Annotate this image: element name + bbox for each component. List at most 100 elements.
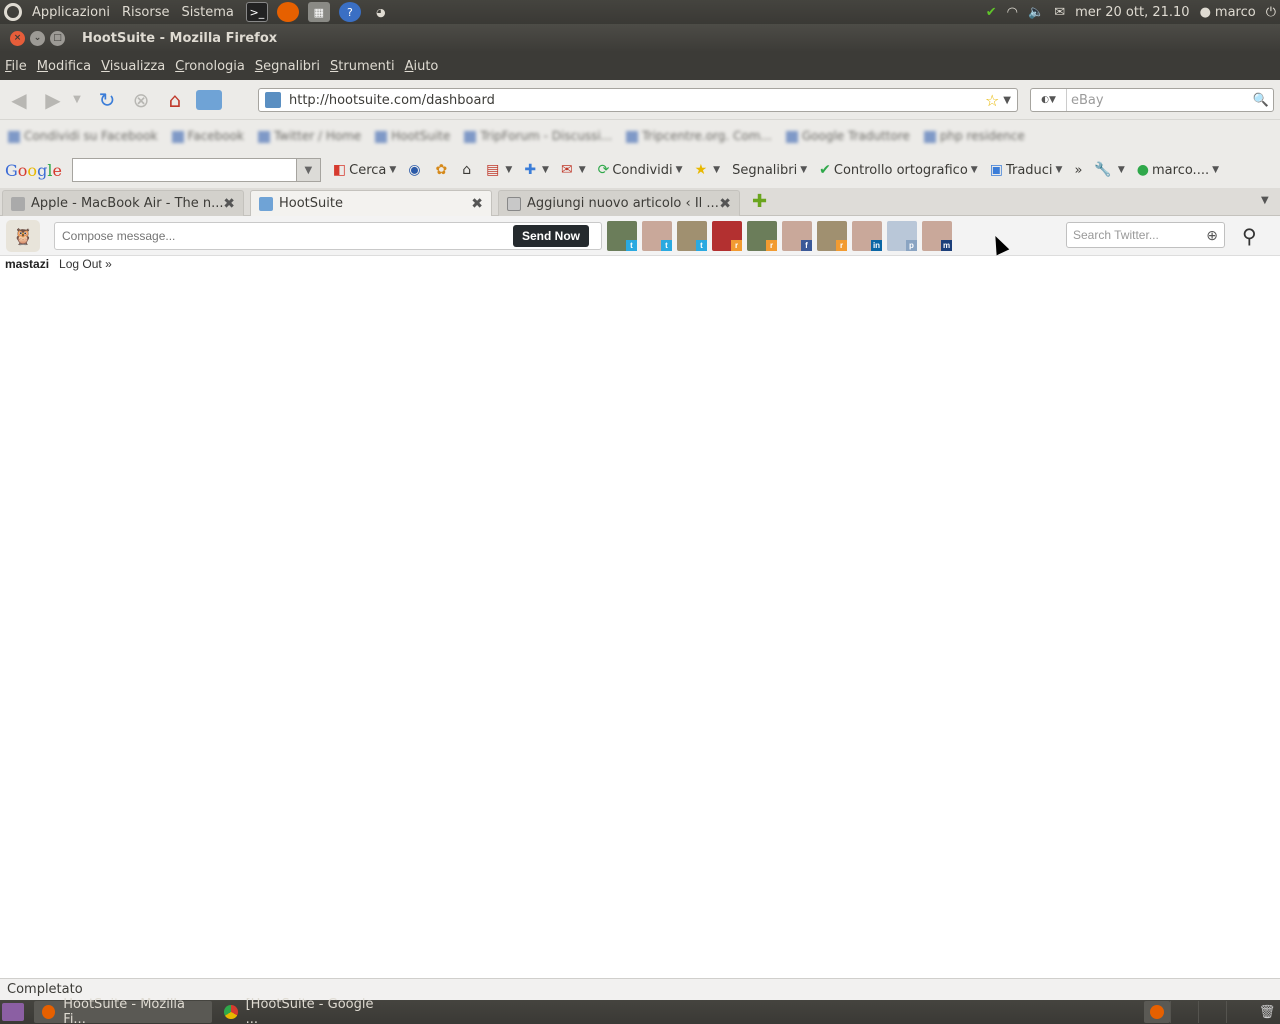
social-profile-avatar-facebook[interactable]: f: [782, 221, 812, 251]
social-profile-avatar-twitter[interactable]: t: [642, 221, 672, 251]
bookmark-item[interactable]: Google Traduttore: [785, 129, 910, 143]
google-spellcheck-button[interactable]: ✔ Controllo ortografico ▼: [819, 162, 978, 178]
google-condividi-button[interactable]: ⟳ Condividi ▼: [598, 162, 683, 178]
search-engine-placeholder[interactable]: eBay: [1071, 93, 1104, 108]
wifi-icon[interactable]: ◠: [1007, 5, 1018, 20]
new-tab-plus-icon[interactable]: ✚: [752, 191, 767, 212]
search-engine-selector-icon[interactable]: ◐▼: [1031, 89, 1067, 111]
google-toolbar-overflow[interactable]: »: [1074, 163, 1082, 178]
google-picasa-icon[interactable]: ✿: [436, 162, 451, 178]
google-star-icon[interactable]: ★ ▼: [695, 162, 720, 178]
social-profile-avatar-myspace[interactable]: m: [922, 221, 952, 251]
menu-aiuto[interactable]: Aiuto: [405, 59, 439, 74]
google-library-icon[interactable]: ⌂: [462, 162, 474, 178]
panel-clock[interactable]: mer 20 ott, 21.10: [1075, 5, 1189, 20]
google-traduci-button[interactable]: ▣ Traduci ▼: [990, 162, 1063, 178]
minimize-window-icon[interactable]: ⌄: [30, 30, 45, 46]
menu-cronologia[interactable]: Cronologia: [175, 59, 245, 74]
google-segnalibri-button[interactable]: Segnalibri ▼: [732, 163, 807, 178]
bookmark-item[interactable]: php residence: [923, 129, 1025, 143]
bookmark-item[interactable]: Condividi su Facebook: [8, 129, 158, 143]
power-icon[interactable]: ⏻: [1266, 5, 1276, 20]
search-go-icon[interactable]: 🔍: [1253, 93, 1269, 108]
menu-file[interactable]: File: [5, 59, 27, 74]
taskbar-chrome-window[interactable]: [HootSuite - Google ...: [216, 997, 394, 1024]
bookmark-item[interactable]: Twitter / Home: [257, 129, 361, 143]
menu-strumenti[interactable]: Strumenti: [330, 59, 395, 74]
logout-link[interactable]: Log Out »: [59, 257, 112, 271]
google-cerca-button[interactable]: ◧ Cerca ▼: [333, 162, 396, 178]
pidgin-icon[interactable]: ◕: [370, 2, 392, 22]
google-plus-icon[interactable]: ✚ ▼: [524, 162, 549, 178]
bookmark-item[interactable]: HootSuite: [375, 129, 450, 143]
menu-visualizza[interactable]: Visualizza: [101, 59, 165, 74]
close-tab-icon[interactable]: ✖: [223, 196, 235, 212]
google-settings-wrench-icon[interactable]: 🔧 ▼: [1094, 162, 1124, 178]
social-profile-avatar-linkedin[interactable]: in: [852, 221, 882, 251]
google-search-input[interactable]: [71, 158, 297, 182]
social-profile-avatar-twitter[interactable]: t: [607, 221, 637, 251]
trash-icon[interactable]: 🗑: [1254, 1001, 1280, 1023]
google-logo[interactable]: Google: [5, 161, 62, 180]
home-icon[interactable]: ⌂: [162, 87, 188, 113]
workspace-2[interactable]: [1170, 1001, 1198, 1023]
search-engine-box[interactable]: ◐▼ eBay 🔍: [1030, 88, 1274, 112]
workspace-firefox-icon[interactable]: [1144, 1001, 1170, 1023]
menu-segnalibri[interactable]: Segnalibri: [255, 59, 320, 74]
url-text[interactable]: http://hootsuite.com/dashboard: [289, 93, 495, 108]
back-arrow-icon[interactable]: ◀: [6, 87, 32, 113]
tab-apple-macbook[interactable]: Apple - MacBook Air - The n... ✖: [2, 190, 244, 216]
send-now-button[interactable]: Send Now: [512, 225, 589, 247]
panel-menu-sistema[interactable]: Sistema: [181, 5, 233, 20]
firefox-launcher-icon[interactable]: [276, 2, 299, 22]
menu-modifica[interactable]: Modifica: [37, 59, 91, 74]
compose-message-input[interactable]: [55, 223, 515, 249]
social-profile-avatar-twitter[interactable]: t: [677, 221, 707, 251]
update-check-icon[interactable]: ✔: [986, 5, 997, 20]
close-window-icon[interactable]: ×: [10, 30, 25, 46]
ubuntu-logo-icon[interactable]: [4, 3, 22, 21]
social-profile-avatar-rss[interactable]: r: [712, 221, 742, 251]
taskbar-firefox-window[interactable]: HootSuite - Mozilla Fi...: [34, 997, 212, 1024]
url-dropdown-icon[interactable]: ▼: [1003, 95, 1011, 106]
bookmark-star-icon[interactable]: ☆: [985, 91, 999, 110]
volume-icon[interactable]: 🔈: [1028, 5, 1044, 20]
site-identity-icon[interactable]: [265, 92, 281, 108]
tab-aggiungi-articolo[interactable]: Aggiungi nuovo articolo ‹ Il ... ✖: [498, 190, 740, 216]
mail-icon[interactable]: ✉: [1054, 5, 1065, 20]
search-magnifier-icon[interactable]: ⚲: [1242, 224, 1257, 248]
search-twitter-placeholder[interactable]: Search Twitter...: [1073, 228, 1159, 242]
stop-icon[interactable]: ⊗: [128, 87, 154, 113]
social-profile-avatar-rss[interactable]: r: [817, 221, 847, 251]
close-tab-icon[interactable]: ✖: [471, 196, 483, 212]
maximize-window-icon[interactable]: □: [50, 30, 65, 46]
history-dropdown-icon[interactable]: ▼: [70, 87, 84, 113]
reload-icon[interactable]: ↻: [94, 87, 120, 113]
panel-menu-applicazioni[interactable]: Applicazioni: [32, 5, 110, 20]
bookmark-item[interactable]: Facebook: [171, 129, 244, 143]
panel-user[interactable]: marco: [1215, 5, 1256, 20]
show-desktop-icon[interactable]: [2, 1003, 24, 1021]
hootsuite-owl-logo-icon[interactable]: 🦉: [6, 220, 40, 252]
close-tab-icon[interactable]: ✖: [719, 196, 731, 212]
terminal-icon[interactable]: >_: [245, 2, 268, 22]
tab-hootsuite[interactable]: HootSuite ✖: [250, 190, 492, 216]
search-options-gear-icon[interactable]: ⊕: [1206, 227, 1218, 244]
bookmark-item[interactable]: Tripcentre.org. Com...: [626, 129, 772, 143]
hootsuite-bookmark-icon[interactable]: [196, 87, 222, 113]
social-profile-avatar-ping[interactable]: p: [887, 221, 917, 251]
compose-message-box[interactable]: Send Now: [54, 222, 602, 250]
panel-menu-risorse[interactable]: Risorse: [122, 5, 170, 20]
workspace-4[interactable]: [1226, 1001, 1254, 1023]
workspace-3[interactable]: [1198, 1001, 1226, 1023]
google-earth-icon[interactable]: ◉: [408, 162, 423, 178]
bookmark-item[interactable]: TripForum - Discussi...: [464, 129, 612, 143]
tab-list-dropdown-icon[interactable]: ▼: [1261, 195, 1269, 206]
google-account-button[interactable]: ● marco.... ▼: [1137, 162, 1219, 178]
calculator-icon[interactable]: ▦: [307, 2, 330, 22]
social-profile-avatar-rss[interactable]: r: [747, 221, 777, 251]
google-gmail-icon[interactable]: ✉ ▼: [561, 162, 586, 178]
help-icon[interactable]: ?: [338, 2, 361, 22]
search-twitter-box[interactable]: Search Twitter... ⊕: [1066, 222, 1225, 248]
url-bar[interactable]: http://hootsuite.com/dashboard ☆ ▼: [258, 88, 1018, 112]
